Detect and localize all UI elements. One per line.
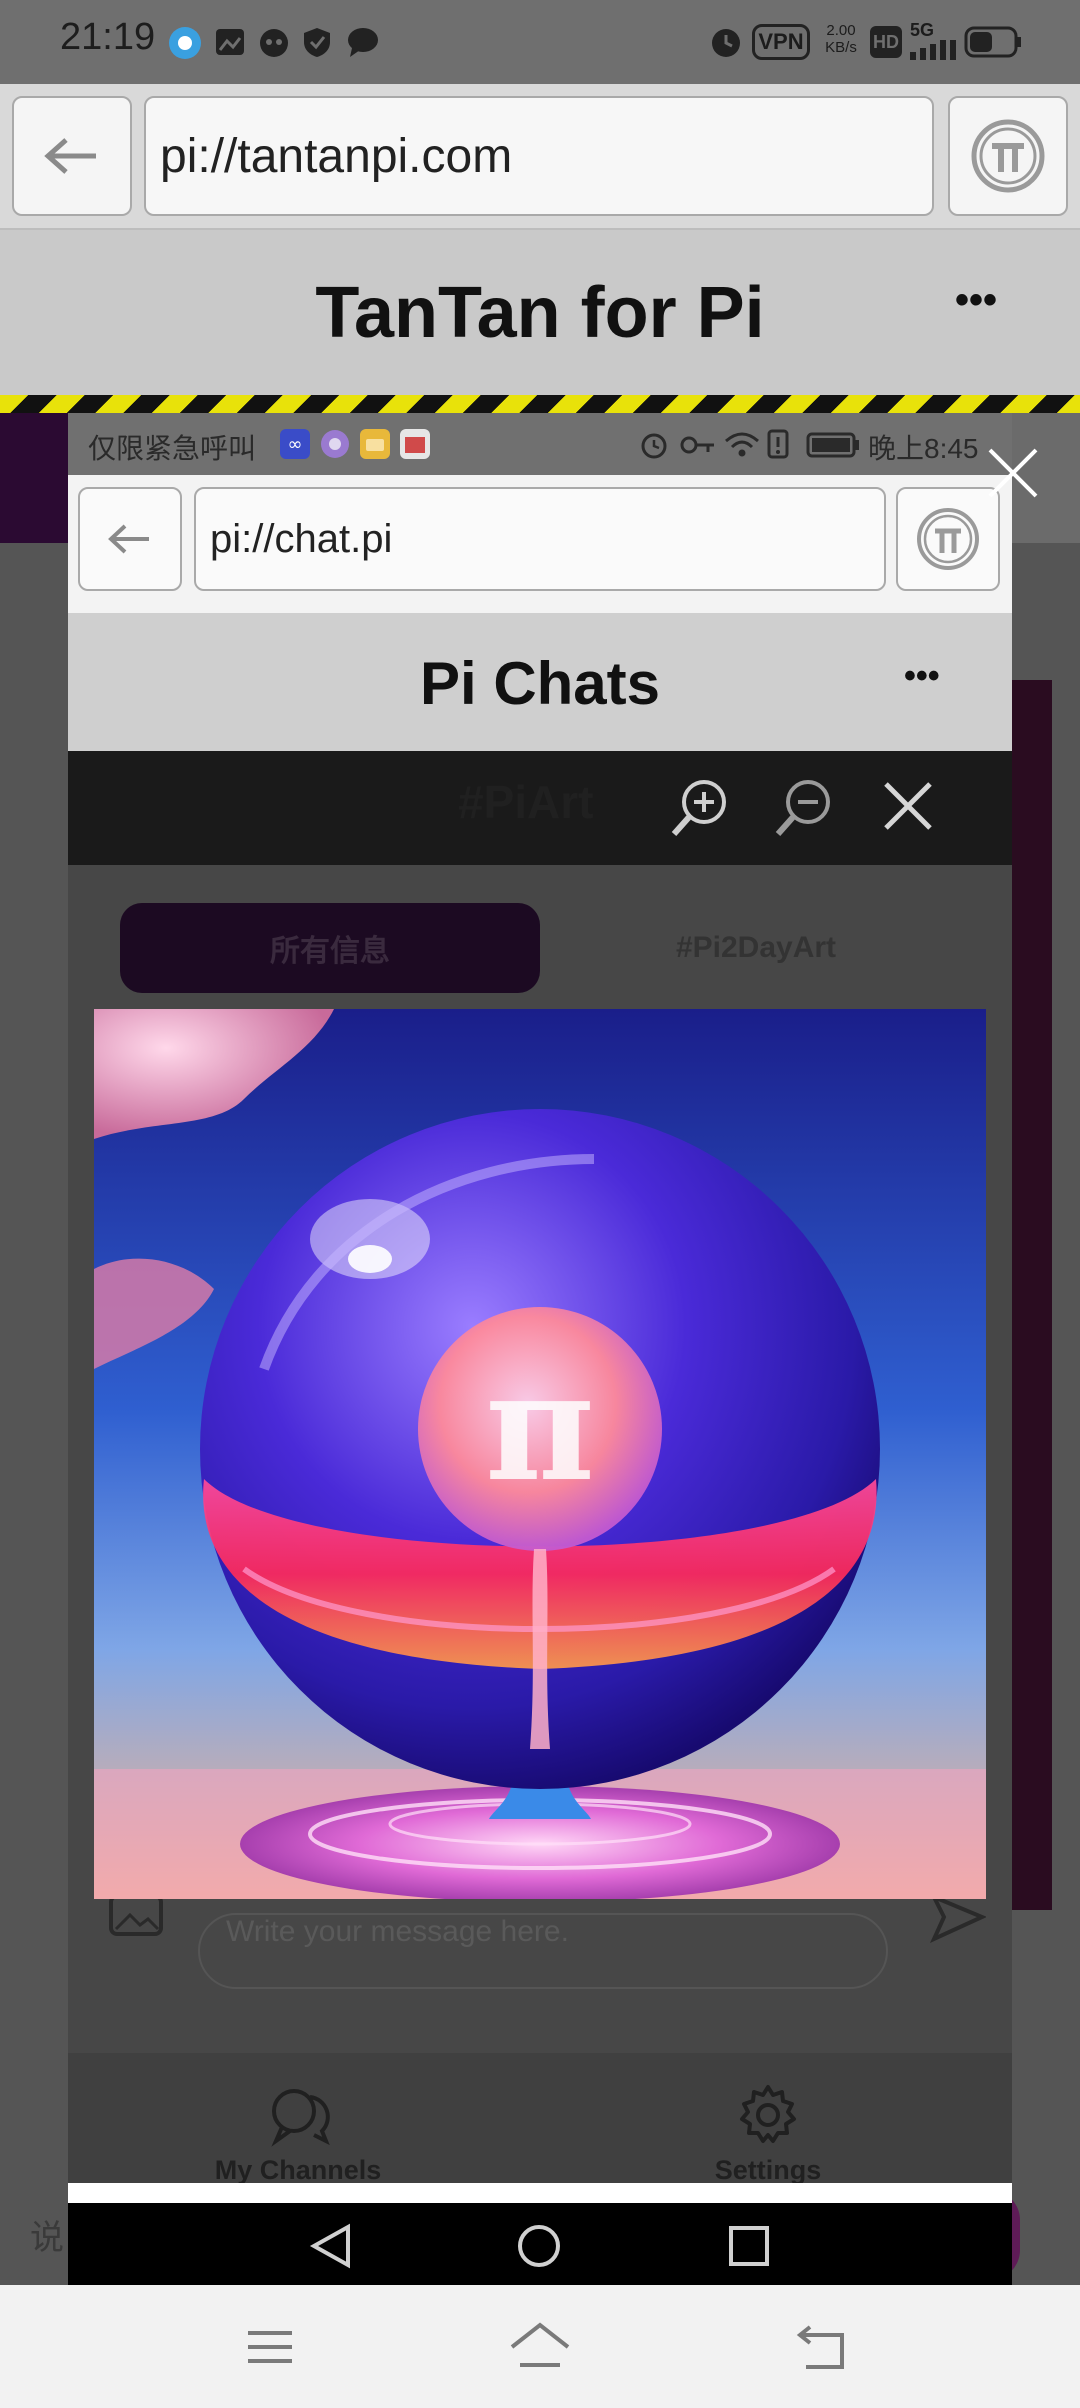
nav-settings-label: Settings: [714, 2155, 822, 2185]
nav-my-channels[interactable]: My Channels: [215, 2083, 381, 2193]
status-bar: 21:19 VPN 2.00 KB/s HD 5G: [0, 0, 1080, 84]
inner-page-title: Pi Chats: [419, 649, 661, 717]
shield-icon: [304, 28, 330, 57]
nested-screenshot: 仅限紧急呼叫 ∞ 晚上8:45 pi://chat.pi Pi Chats ••…: [68, 413, 1012, 2285]
nav-settings[interactable]: Settings: [688, 2083, 848, 2193]
message-icon: [348, 28, 378, 57]
inner-url-input[interactable]: pi://chat.pi: [194, 487, 886, 591]
browser-app-icon: [321, 430, 349, 458]
signal-type: 5G: [910, 20, 935, 40]
tab-pi2dayart[interactable]: #Pi2DayArt: [546, 903, 966, 993]
inner-divider: [68, 2183, 1012, 2203]
message-input[interactable]: Write your message here.: [198, 1913, 888, 1989]
inner-more-button[interactable]: •••: [904, 657, 940, 696]
hd-badge: HD: [870, 26, 902, 58]
background-page-header: [0, 413, 70, 543]
inner-title-bar: Pi Chats •••: [68, 615, 1012, 751]
outer-page-title: TanTan for Pi: [315, 272, 765, 353]
inner-recents-square-icon[interactable]: [728, 2225, 770, 2267]
inner-home-circle-icon[interactable]: [516, 2223, 562, 2269]
gallery-icon: [216, 29, 244, 55]
inner-back-arrow-icon: [108, 524, 149, 554]
background-image-edge: [1012, 680, 1052, 1910]
inner-pi-logo-icon: [917, 508, 979, 570]
back-arrow-icon: [44, 138, 96, 174]
inner-status-bar: 仅限紧急呼叫 ∞ 晚上8:45: [68, 413, 1012, 475]
cat-app-icon: [260, 29, 288, 57]
svg-text:π: π: [485, 1339, 595, 1515]
svg-text:∞: ∞: [288, 434, 303, 455]
outer-url-input[interactable]: pi://tantanpi.com: [144, 96, 934, 216]
inner-time: 晚上8:45: [868, 433, 979, 464]
crystal-ball-artwork: π: [94, 1009, 986, 1899]
wallet-app-icon: [360, 429, 390, 459]
vpn-badge: VPN: [752, 24, 810, 60]
app-notification-icon: [169, 27, 201, 59]
chat-bubbles-icon: [271, 2089, 330, 2147]
overlay-close-icon[interactable]: [980, 440, 1046, 506]
tab-all-messages[interactable]: 所有信息: [120, 903, 540, 993]
nav-my-channels-label: My Channels: [214, 2155, 382, 2185]
outer-back-button[interactable]: [12, 96, 132, 216]
outer-browser-bar: pi://tantanpi.com: [0, 84, 1080, 230]
inner-browser-bar: pi://chat.pi: [68, 475, 1012, 615]
wifi-icon: [725, 432, 759, 457]
net-speed-unit: KB/s: [825, 39, 857, 56]
outer-more-button[interactable]: •••: [955, 278, 997, 323]
pi-logo-icon: [971, 119, 1045, 193]
status-time: 21:19: [60, 16, 156, 58]
outer-title-bar: TanTan for Pi •••: [0, 230, 1080, 395]
zoom-in-icon[interactable]: [668, 776, 732, 840]
background-page-text: 说: [30, 2219, 64, 2257]
image-attach-icon[interactable]: [108, 1893, 164, 1937]
inner-battery-icon: [806, 432, 859, 458]
inner-alarm-icon: [641, 433, 667, 459]
inner-back-triangle-icon[interactable]: [308, 2223, 352, 2269]
inner-carrier-text: 仅限紧急呼叫: [88, 433, 257, 464]
sim-alert-icon: [767, 429, 789, 459]
box-app-icon: [400, 429, 430, 459]
infinity-app-icon: ∞: [280, 429, 310, 459]
inner-system-nav: [68, 2203, 1012, 2285]
signal-icon: [910, 40, 956, 60]
zoom-out-icon[interactable]: [772, 776, 836, 840]
image-viewer-title: #PiArt: [458, 776, 594, 828]
key-icon: [680, 436, 714, 454]
system-navigation-bar: [0, 2285, 1080, 2408]
net-speed: 2.00 KB/s: [818, 22, 864, 56]
hazard-stripe: [0, 395, 1080, 413]
viewer-close-icon[interactable]: [880, 778, 936, 834]
return-icon[interactable]: [796, 2323, 850, 2371]
pi-art-image[interactable]: π: [94, 1009, 986, 1899]
send-icon[interactable]: [930, 1893, 986, 1945]
alarm-icon: [712, 29, 740, 57]
menu-icon[interactable]: [246, 2327, 294, 2367]
home-icon[interactable]: [508, 2321, 572, 2371]
net-speed-value: 2.00: [826, 22, 856, 39]
inner-back-button[interactable]: [78, 487, 182, 591]
outer-pi-button[interactable]: [948, 96, 1068, 216]
battery-icon: [964, 26, 1021, 58]
gear-icon: [740, 2085, 796, 2143]
